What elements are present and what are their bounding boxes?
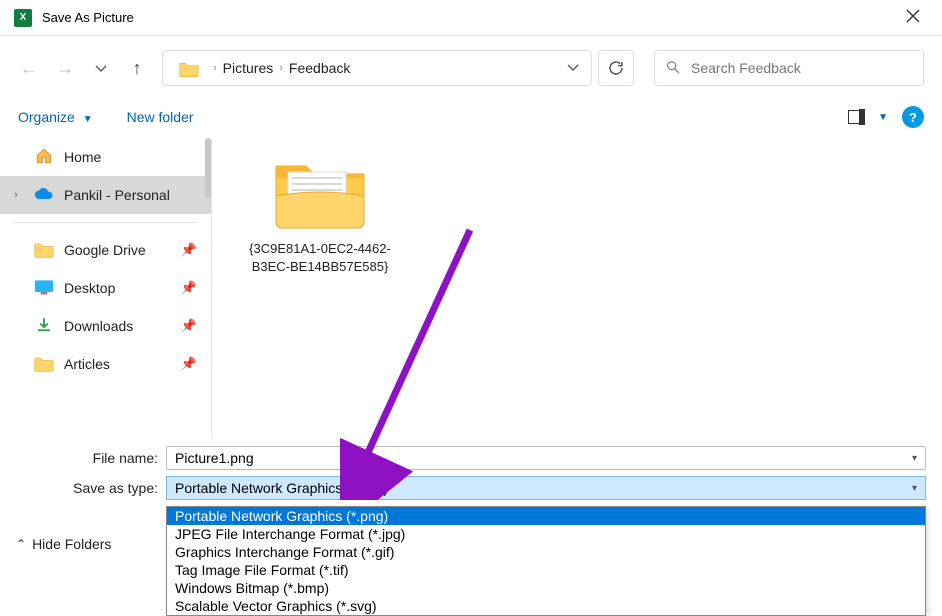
filetype-option[interactable]: Portable Network Graphics (*.png) [167, 507, 925, 525]
chevron-up-icon: ⌃ [16, 537, 26, 551]
title-bar: X Save As Picture [0, 0, 942, 36]
sidebar-item-label: Downloads [64, 318, 133, 334]
filetype-combobox[interactable]: Portable Network Graphics (*.png) ▾ [166, 476, 926, 500]
save-form: File name: ▾ Save as type: Portable Netw… [0, 438, 942, 616]
download-icon [34, 316, 54, 337]
filetype-dropdown-list: Portable Network Graphics (*.png) JPEG F… [166, 506, 926, 616]
pin-icon: 📌 [181, 242, 197, 258]
filetype-option[interactable]: JPEG File Interchange Format (*.jpg) [167, 525, 925, 543]
file-list[interactable]: {3C9E81A1-0EC2-4462-B3EC-BE14BB57E585} [212, 138, 942, 438]
pin-icon: 📌 [181, 356, 197, 372]
organize-menu[interactable]: Organize ▼ [18, 109, 93, 125]
view-dropdown[interactable]: ▼ [878, 112, 888, 123]
address-bar[interactable]: › Pictures › Feedback [162, 50, 592, 86]
pin-icon: 📌 [181, 318, 197, 334]
sidebar-item-gdrive[interactable]: Google Drive 📌 [0, 231, 211, 269]
filetype-selected: Portable Network Graphics (*.png) [175, 480, 388, 496]
pin-icon: 📌 [181, 280, 197, 296]
sidebar-item-desktop[interactable]: Desktop 📌 [0, 269, 211, 307]
hide-folders-label: Hide Folders [32, 536, 111, 552]
chevron-down-icon: ▾ [912, 483, 917, 494]
folder-item[interactable]: {3C9E81A1-0EC2-4462-B3EC-BE14BB57E585} [240, 152, 400, 276]
breadcrumb-dropdown[interactable] [563, 57, 583, 80]
hide-folders-toggle[interactable]: ⌃ Hide Folders [16, 536, 111, 552]
cloud-icon [34, 185, 54, 206]
chevron-right-icon: › [279, 62, 283, 74]
sidebar-item-articles[interactable]: Articles 📌 [0, 345, 211, 383]
desktop-icon [34, 278, 54, 299]
view-layout-button[interactable] [848, 110, 864, 124]
main-area: Home › Pankil - Personal Google Drive 📌 … [0, 138, 942, 438]
search-input[interactable] [691, 60, 913, 76]
back-button[interactable]: ← [18, 58, 40, 79]
filename-label: File name: [16, 450, 166, 466]
folder-name: {3C9E81A1-0EC2-4462-B3EC-BE14BB57E585} [240, 240, 400, 276]
excel-icon: X [14, 9, 32, 27]
help-button[interactable]: ? [902, 106, 924, 128]
command-bar: Organize ▼ New folder ▼ ? [0, 100, 942, 138]
sidebar-item-home[interactable]: Home [0, 138, 211, 176]
sidebar-item-onedrive[interactable]: › Pankil - Personal [0, 176, 211, 214]
sidebar-item-label: Desktop [64, 280, 115, 296]
chevron-right-icon: › [213, 62, 217, 74]
sidebar-item-label: Articles [64, 356, 110, 372]
chevron-down-icon[interactable]: ▾ [912, 453, 917, 464]
filetype-option[interactable]: Scalable Vector Graphics (*.svg) [167, 597, 925, 615]
filetype-option[interactable]: Graphics Interchange Format (*.gif) [167, 543, 925, 561]
filename-input[interactable] [175, 450, 912, 466]
folder-icon [179, 60, 199, 76]
breadcrumb-item[interactable]: Pictures [223, 60, 274, 76]
navigation-bar: ← → ↑ › Pictures › Feedback [0, 36, 942, 100]
refresh-button[interactable] [598, 50, 634, 86]
folder-thumbnail-icon [270, 152, 370, 230]
chevron-down-icon: ▼ [83, 114, 93, 125]
filetype-option[interactable]: Tag Image File Format (*.tif) [167, 561, 925, 579]
sidebar-item-downloads[interactable]: Downloads 📌 [0, 307, 211, 345]
divider [14, 222, 197, 223]
new-folder-button[interactable]: New folder [127, 109, 194, 125]
forward-button[interactable]: → [54, 58, 76, 79]
chevron-right-icon: › [14, 189, 24, 201]
folder-icon [34, 354, 54, 375]
search-icon [665, 59, 681, 78]
home-icon [34, 147, 54, 168]
breadcrumb-item[interactable]: Feedback [289, 60, 350, 76]
up-button[interactable]: ↑ [126, 58, 148, 79]
navigation-pane: Home › Pankil - Personal Google Drive 📌 … [0, 138, 212, 438]
close-button[interactable] [898, 5, 928, 31]
sidebar-item-label: Google Drive [64, 242, 146, 258]
window-title: Save As Picture [42, 10, 134, 25]
recent-locations-button[interactable] [90, 58, 112, 79]
filetype-option[interactable]: Windows Bitmap (*.bmp) [167, 579, 925, 597]
folder-icon [34, 240, 54, 261]
sidebar-item-label: Pankil - Personal [64, 187, 170, 203]
search-box[interactable] [654, 50, 924, 86]
sidebar-item-label: Home [64, 149, 101, 165]
filename-combobox[interactable]: ▾ [166, 446, 926, 470]
filetype-label: Save as type: [16, 480, 166, 496]
